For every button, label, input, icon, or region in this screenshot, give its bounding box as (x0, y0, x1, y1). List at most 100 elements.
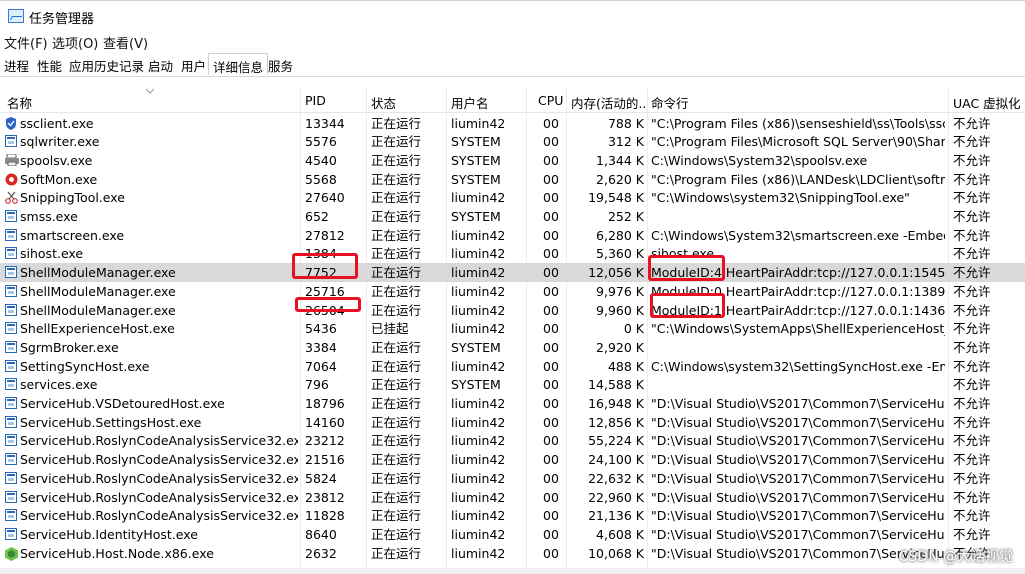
table-row[interactable]: services.exe 796 正在运行 SYSTEM 00 14,588 K 不允许 (0, 375, 1025, 394)
table-row[interactable]: ServiceHub.RoslynCodeAnalysisService32.e… (0, 450, 1025, 469)
cell-uac: 不允许 (953, 396, 991, 411)
menu-view[interactable]: 查看(V) (103, 33, 148, 52)
cell-status: 正在运行 (371, 115, 422, 131)
cell-pid: 23812 (305, 489, 345, 505)
cell-uac: 不允许 (953, 452, 991, 468)
tab-processes[interactable]: 进程 (4, 56, 29, 75)
cell-name: SgrmBroker.exe (20, 339, 119, 355)
cell-mem: 12,056 K (588, 265, 644, 281)
table-row[interactable]: ServiceHub.VSDetouredHost.exe 18796 正在运行 li… (0, 394, 1025, 413)
cell-uac: 不允许 (953, 115, 991, 131)
table-row[interactable]: ShellModuleManager.exe 25716 正在运行 liumin42 0… (0, 282, 1025, 301)
table-row[interactable]: ssclient.exe 13344 正在运行 liumin42 00 788 K "C:\… (0, 114, 1025, 133)
table-row[interactable]: sihost.exe 1384 正在运行 liumin42 00 5,360 Ksihos… (0, 244, 1025, 263)
tab-performance[interactable]: 性能 (37, 56, 62, 75)
cell-pid: 3384 (305, 339, 337, 355)
cell-cpu: 00 (543, 414, 559, 430)
cell-mem: 16,948 K (588, 396, 644, 411)
cell-name: ServiceHub.SettingsHost.exe (20, 414, 202, 430)
app-window-icon (5, 490, 17, 503)
cell-status: 正在运行 (371, 171, 422, 187)
cell-user: liumin42 (451, 358, 506, 374)
cell-cpu: 00 (543, 152, 559, 168)
cell-name: SettingSyncHost.exe (20, 358, 150, 374)
tab-details[interactable]: 详细信息 (208, 53, 269, 75)
cell-cmd: "D:\Visual Studio\VS2017\Common7\Service… (651, 396, 945, 411)
cell-cpu: 00 (543, 339, 559, 355)
tab-services[interactable]: 服务 (268, 56, 293, 75)
table-row[interactable]: smartscreen.exe 27812 正在运行 liumin42 00 6,280 … (0, 226, 1025, 245)
table-row[interactable]: ShellExperienceHost.exe 5436 已挂起 liumin42 00… (0, 319, 1025, 338)
highlight-box-moduleid-1 (650, 293, 725, 318)
cell-user: SYSTEM (451, 339, 501, 355)
cell-uac: 不允许 (953, 377, 991, 393)
cell-name: ServiceHub.VSDetouredHost.exe (20, 396, 225, 411)
cell-pid: 21516 (305, 452, 345, 468)
cell-mem: 5,360 K (596, 246, 644, 262)
tab-users[interactable]: 用户 (181, 56, 206, 75)
table-row[interactable]: sqlwriter.exe 5576 正在运行 SYSTEM 00 312 K "C:\Pr… (0, 132, 1025, 151)
cell-cpu: 00 (543, 508, 559, 524)
table-row[interactable]: ShellModuleManager.exe 7752 正在运行 liumin42 00… (0, 263, 1025, 282)
table-row[interactable]: ServiceHub.RoslynCodeAnalysisService32.e… (0, 431, 1025, 450)
cell-cmd: "D:\Visual Studio\VS2017\Common7\Service… (651, 470, 945, 486)
cell-pid: 7064 (305, 358, 337, 374)
column-header-command-line[interactable]: 命令行 (651, 93, 941, 112)
cell-status: 正在运行 (371, 358, 422, 374)
cell-name: smss.exe (20, 209, 78, 224)
cell-uac: 不允许 (953, 489, 991, 505)
cell-status: 正在运行 (371, 377, 422, 393)
cell-status: 正在运行 (371, 396, 422, 411)
table-row[interactable]: spoolsv.exe 4540 正在运行 SYSTEM 00 1,344 K C:\Win… (0, 151, 1025, 170)
horizontal-scrollbar[interactable] (0, 568, 1025, 574)
window-title: 任务管理器 (29, 12, 95, 27)
cell-uac: 不允许 (953, 433, 991, 449)
column-header-cpu[interactable]: CPU (538, 93, 566, 108)
cell-user: liumin42 (451, 414, 506, 430)
cell-status: 正在运行 (371, 470, 422, 486)
tab-startup[interactable]: 启动 (148, 56, 173, 75)
table-row[interactable]: SettingSyncHost.exe 7064 正在运行 liumin42 00 488… (0, 357, 1025, 376)
cell-status: 已挂起 (371, 321, 409, 337)
column-header-uac[interactable]: UAC 虚拟化 (953, 93, 1023, 112)
table-row[interactable]: ServiceHub.RoslynCodeAnalysisService32.e… (0, 488, 1025, 507)
cell-user: SYSTEM (451, 134, 501, 150)
column-header-memory[interactable]: 内存(活动的... (571, 93, 647, 112)
table-row[interactable]: ServiceHub.IdentityHost.exe 8640 正在运行 liumi… (0, 525, 1025, 544)
table-row[interactable]: ShellModuleManager.exe 26504 正在运行 liumin42 0… (0, 301, 1025, 320)
cell-status: 正在运行 (371, 526, 422, 542)
column-header-pid[interactable]: PID (305, 93, 365, 108)
app-window-icon (5, 322, 17, 335)
menu-file[interactable]: 文件(F) (4, 33, 48, 52)
table-row[interactable]: SoftMon.exe 5568 正在运行 SYSTEM 00 2,620 K "C:\Pr… (0, 170, 1025, 189)
tab-app-history[interactable]: 应用历史记录 (69, 56, 144, 75)
table-row[interactable]: ServiceHub.RoslynCodeAnalysisService32.e… (0, 506, 1025, 525)
cell-name: spoolsv.exe (20, 152, 93, 168)
cell-pid: 796 (305, 377, 329, 393)
table-row[interactable]: SnippingTool.exe 27640 正在运行 liumin42 00 19,54… (0, 188, 1025, 207)
column-header-status[interactable]: 状态 (371, 93, 441, 112)
cell-cpu: 00 (543, 358, 559, 374)
column-header-name[interactable]: 名称 (7, 93, 297, 112)
cell-cpu: 00 (543, 489, 559, 505)
table-row[interactable]: ServiceHub.SettingsHost.exe 14160 正在运行 lium… (0, 413, 1025, 432)
nodejs-icon (5, 546, 18, 561)
menu-options[interactable]: 选项(O) (52, 33, 98, 52)
cell-cpu: 00 (543, 452, 559, 468)
cell-status: 正在运行 (371, 246, 422, 262)
table-row[interactable]: SgrmBroker.exe 3384 正在运行 SYSTEM 00 2,920 K 不允许 (0, 338, 1025, 357)
cell-pid: 27812 (305, 227, 345, 243)
cell-user: liumin42 (451, 302, 506, 318)
cell-cpu: 00 (543, 283, 559, 299)
highlight-box-pid-26504 (295, 297, 361, 312)
table-row[interactable]: smss.exe 652 正在运行 SYSTEM 00 252 K 不允许 (0, 207, 1025, 226)
cell-user: liumin42 (451, 246, 506, 262)
column-header-username[interactable]: 用户名 (451, 93, 521, 112)
cell-name: ServiceHub.RoslynCodeAnalysisService32.e… (20, 508, 298, 524)
shield-icon (5, 116, 17, 130)
table-row[interactable]: ServiceHub.Host.Node.x86.exe 2632 正在运行 lium… (0, 544, 1025, 563)
cell-user: liumin42 (451, 265, 506, 281)
cell-cmd: "D:\Visual Studio\VS2017\Common7\Service… (651, 508, 945, 524)
cell-name: sihost.exe (20, 246, 84, 262)
table-row[interactable]: ServiceHub.RoslynCodeAnalysisService32.e… (0, 469, 1025, 488)
